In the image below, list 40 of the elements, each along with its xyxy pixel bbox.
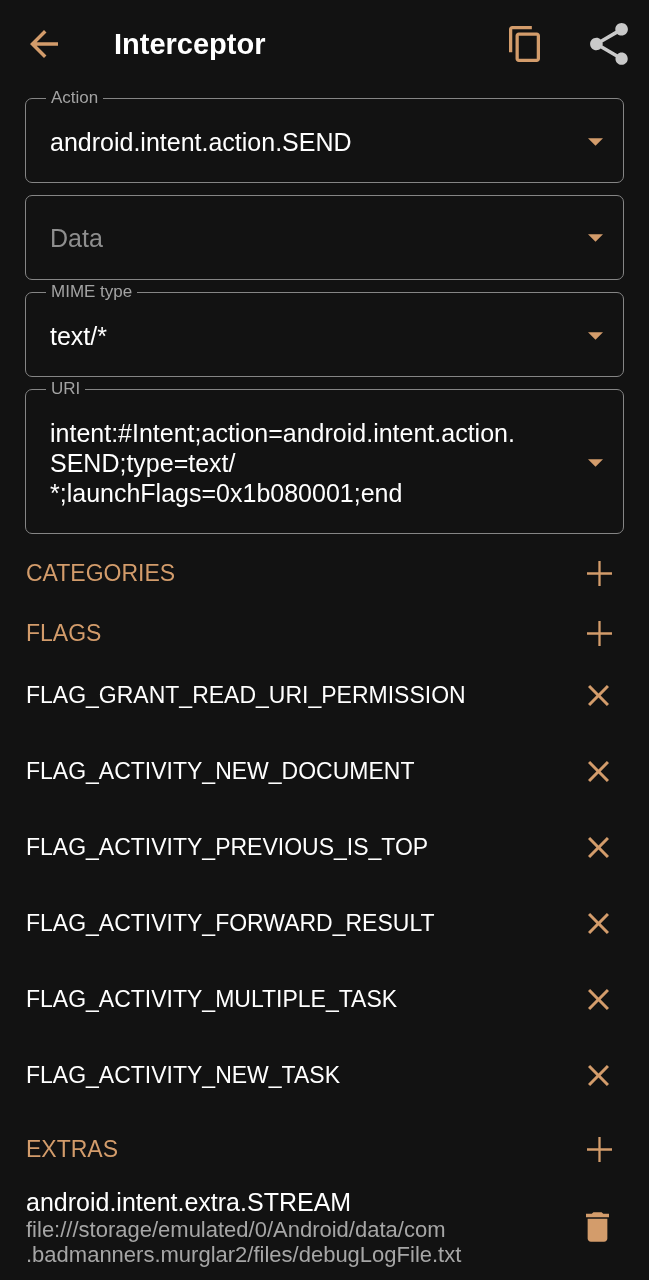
field-value: intent:#Intent;action=android.intent.action. SEND;type=text/ *;launchFlags=0x1b080001;end: [50, 418, 516, 508]
field-label: URI: [50, 379, 82, 399]
caret-icon[interactable]: [588, 138, 603, 146]
flag-name: FLAG_ACTIVITY_NEW_DOCUMENT: [26, 757, 415, 786]
field-label: Action: [50, 88, 100, 108]
copy-icon[interactable]: [509, 26, 540, 62]
back-arrow-icon[interactable]: [30, 30, 58, 58]
plus-icon[interactable]: [587, 620, 612, 646]
close-icon[interactable]: [588, 684, 609, 706]
section-heading: FLAGS: [26, 619, 102, 648]
flag-name: FLAG_GRANT_READ_URI_PERMISSION: [26, 681, 466, 710]
field-placeholder: Data: [50, 223, 104, 253]
close-icon[interactable]: [588, 760, 609, 782]
screen-title: Interceptor: [114, 27, 266, 62]
dropdown-field[interactable]: URI intent:#Intent;action=android.intent.action. SEND;type=text/ *;launchFlags=0x1b080001;end: [25, 379, 624, 534]
share-icon[interactable]: [590, 23, 628, 65]
close-icon[interactable]: [588, 1064, 609, 1086]
dropdown-field[interactable]: MIME type text/*: [25, 282, 624, 377]
plus-icon[interactable]: [587, 560, 612, 586]
dropdown-field[interactable]: Action android.intent.action.SEND: [25, 88, 624, 183]
field-label: MIME type: [50, 282, 134, 302]
flag-name: FLAG_ACTIVITY_PREVIOUS_IS_TOP: [26, 833, 429, 862]
extra-value: file:///storage/emulated/0/Android/data/com .badmanners.murglar2/files/debugLogFile.txt: [26, 1217, 462, 1267]
close-icon[interactable]: [588, 912, 609, 934]
dropdown-field[interactable]: Data: [25, 195, 624, 280]
field-value: android.intent.action.SEND: [50, 127, 353, 157]
flag-name: FLAG_ACTIVITY_FORWARD_RESULT: [26, 909, 435, 938]
caret-icon[interactable]: [588, 332, 603, 340]
plus-icon[interactable]: [587, 1136, 612, 1162]
trash-icon[interactable]: [586, 1212, 609, 1242]
flag-name: FLAG_ACTIVITY_NEW_TASK: [26, 1061, 340, 1090]
flag-name: FLAG_ACTIVITY_MULTIPLE_TASK: [26, 985, 398, 1014]
caret-icon[interactable]: [588, 234, 603, 242]
caret-icon[interactable]: [588, 459, 603, 467]
close-icon[interactable]: [588, 988, 609, 1010]
close-icon[interactable]: [588, 836, 609, 858]
field-value: text/*: [50, 321, 108, 351]
section-heading: EXTRAS: [26, 1135, 119, 1164]
section-heading: CATEGORIES: [26, 559, 176, 588]
extra-name: android.intent.extra.STREAM: [26, 1187, 353, 1217]
